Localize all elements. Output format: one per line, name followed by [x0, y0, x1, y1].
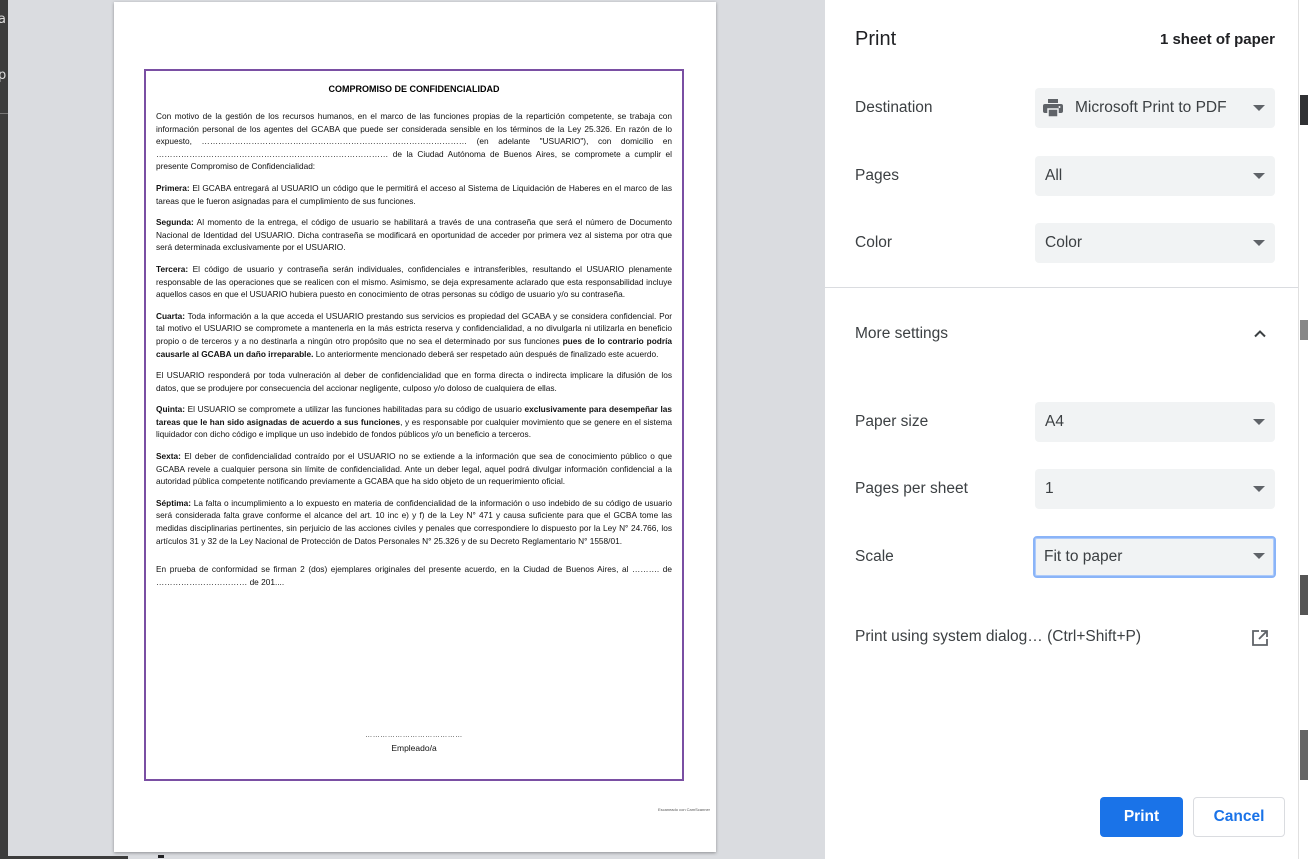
pages-per-sheet-select[interactable]: 1: [1035, 469, 1275, 509]
scale-value: Fit to paper: [1044, 548, 1123, 565]
background-app-edge: [1298, 0, 1308, 859]
pages-value: All: [1045, 167, 1063, 184]
destination-select[interactable]: Microsoft Print to PDF: [1035, 88, 1275, 128]
clause-heading: Séptima:: [156, 497, 192, 508]
section-divider: [825, 287, 1308, 288]
document-paragraph: Séptima: La falta o incumplimiento a lo …: [156, 497, 672, 547]
color-select[interactable]: Color: [1035, 223, 1275, 263]
clause-text: El USUARIO responderá por toda vulneraci…: [156, 370, 672, 393]
clause-text: Al momento de la entrega, el código de u…: [156, 217, 672, 253]
dropdown-arrow-icon: [1253, 173, 1265, 179]
clause-text: Lo anteriormente mencionado deberá ser r…: [313, 348, 659, 359]
pages-per-sheet-value: 1: [1045, 480, 1054, 497]
divider: [0, 113, 8, 114]
dropdown-arrow-icon: [1253, 240, 1265, 246]
sheet-count: 1 sheet of paper: [1159, 31, 1275, 48]
scanner-watermark: Escaneado con CamScanner: [657, 807, 710, 812]
system-dialog-link[interactable]: Print using system dialog… (Ctrl+Shift+P…: [855, 628, 1141, 646]
print-button[interactable]: Print: [1100, 797, 1183, 837]
clause-heading: Segunda:: [156, 217, 194, 228]
clause-heading: Quinta:: [156, 404, 186, 415]
document-body: Con motivo de la gestión de los recursos…: [156, 110, 672, 588]
clause-text: El GCABA entregará al USUARIO un código …: [156, 182, 672, 206]
clause-text: La falta o incumplimiento a lo expuesto …: [156, 497, 672, 546]
document-paragraph: Tercera: El código de usuario y contrase…: [156, 263, 672, 301]
taskbar-fragment: [158, 855, 164, 858]
clause-text: El USUARIO se compromete a utilizar las …: [185, 404, 525, 415]
pages-per-sheet-label: Pages per sheet: [855, 480, 968, 497]
background-glyph: a: [0, 12, 6, 27]
document-paragraph: Primera: El GCABA entregará al USUARIO u…: [156, 182, 672, 207]
document-paragraph: Segunda: Al momento de la entrega, el có…: [156, 216, 672, 254]
clause-heading: Sexta:: [156, 451, 181, 462]
more-settings-toggle[interactable]: More settings: [855, 325, 948, 343]
cancel-button[interactable]: Cancel: [1193, 797, 1285, 837]
clause-heading: Cuarta:: [156, 310, 186, 321]
print-preview-area[interactable]: COMPROMISO DE CONFIDENCIALIDAD Con motiv…: [8, 0, 825, 859]
print-settings-panel: Print 1 sheet of paper Destination Micro…: [825, 0, 1308, 859]
destination-value: Microsoft Print to PDF: [1075, 99, 1227, 116]
document-title: COMPROMISO DE CONFIDENCIALIDAD: [328, 84, 500, 94]
clause-text: El deber de confidencialidad contraído p…: [156, 451, 672, 487]
document-paragraph: Quinta: El USUARIO se compromete a utili…: [156, 403, 672, 441]
destination-label: Destination: [855, 99, 933, 116]
color-value: Color: [1045, 234, 1083, 251]
signature-label: Empleado/a: [391, 743, 437, 753]
clause-heading: Primera:: [156, 182, 190, 193]
dropdown-arrow-icon: [1253, 105, 1265, 111]
background-glyph: p: [0, 68, 7, 83]
printer-icon: [1043, 99, 1063, 117]
paper-size-select[interactable]: A4: [1035, 402, 1275, 442]
preview-page: COMPROMISO DE CONFIDENCIALIDAD Con motiv…: [114, 2, 716, 852]
dropdown-arrow-icon: [1253, 553, 1265, 559]
clause-text: En prueba de conformidad se firman 2 (do…: [156, 564, 672, 587]
paper-size-value: A4: [1045, 413, 1064, 430]
chevron-up-icon[interactable]: [1252, 326, 1268, 342]
panel-title: Print: [855, 28, 897, 50]
dropdown-arrow-icon: [1253, 486, 1265, 492]
document-paragraph: El USUARIO responderá por toda vulneraci…: [156, 369, 672, 394]
document-paragraph: Sexta: El deber de confidencialidad cont…: [156, 450, 672, 488]
color-label: Color: [855, 234, 893, 251]
document-border-frame: COMPROMISO DE CONFIDENCIALIDAD Con motiv…: [144, 69, 684, 781]
document-paragraph: En prueba de conformidad se firman 2 (do…: [156, 563, 672, 588]
background-app-edge: a p: [0, 0, 8, 859]
document-paragraph: Cuarta: Toda información a la que acceda…: [156, 310, 672, 360]
signature-line: …………………………………: [365, 732, 463, 739]
scale-select[interactable]: Fit to paper: [1033, 536, 1276, 578]
paper-size-label: Paper size: [855, 413, 929, 430]
scale-label: Scale: [855, 548, 894, 565]
pages-select[interactable]: All: [1035, 156, 1275, 196]
clause-text: Con motivo de la gestión de los recursos…: [156, 111, 672, 172]
clause-text: El código de usuario y contraseña serán …: [156, 263, 672, 300]
open-external-icon[interactable]: [1251, 629, 1269, 647]
document-paragraph: Con motivo de la gestión de los recursos…: [156, 110, 672, 173]
pages-label: Pages: [855, 167, 899, 184]
dropdown-arrow-icon: [1253, 419, 1265, 425]
clause-heading: Tercera:: [156, 263, 189, 274]
